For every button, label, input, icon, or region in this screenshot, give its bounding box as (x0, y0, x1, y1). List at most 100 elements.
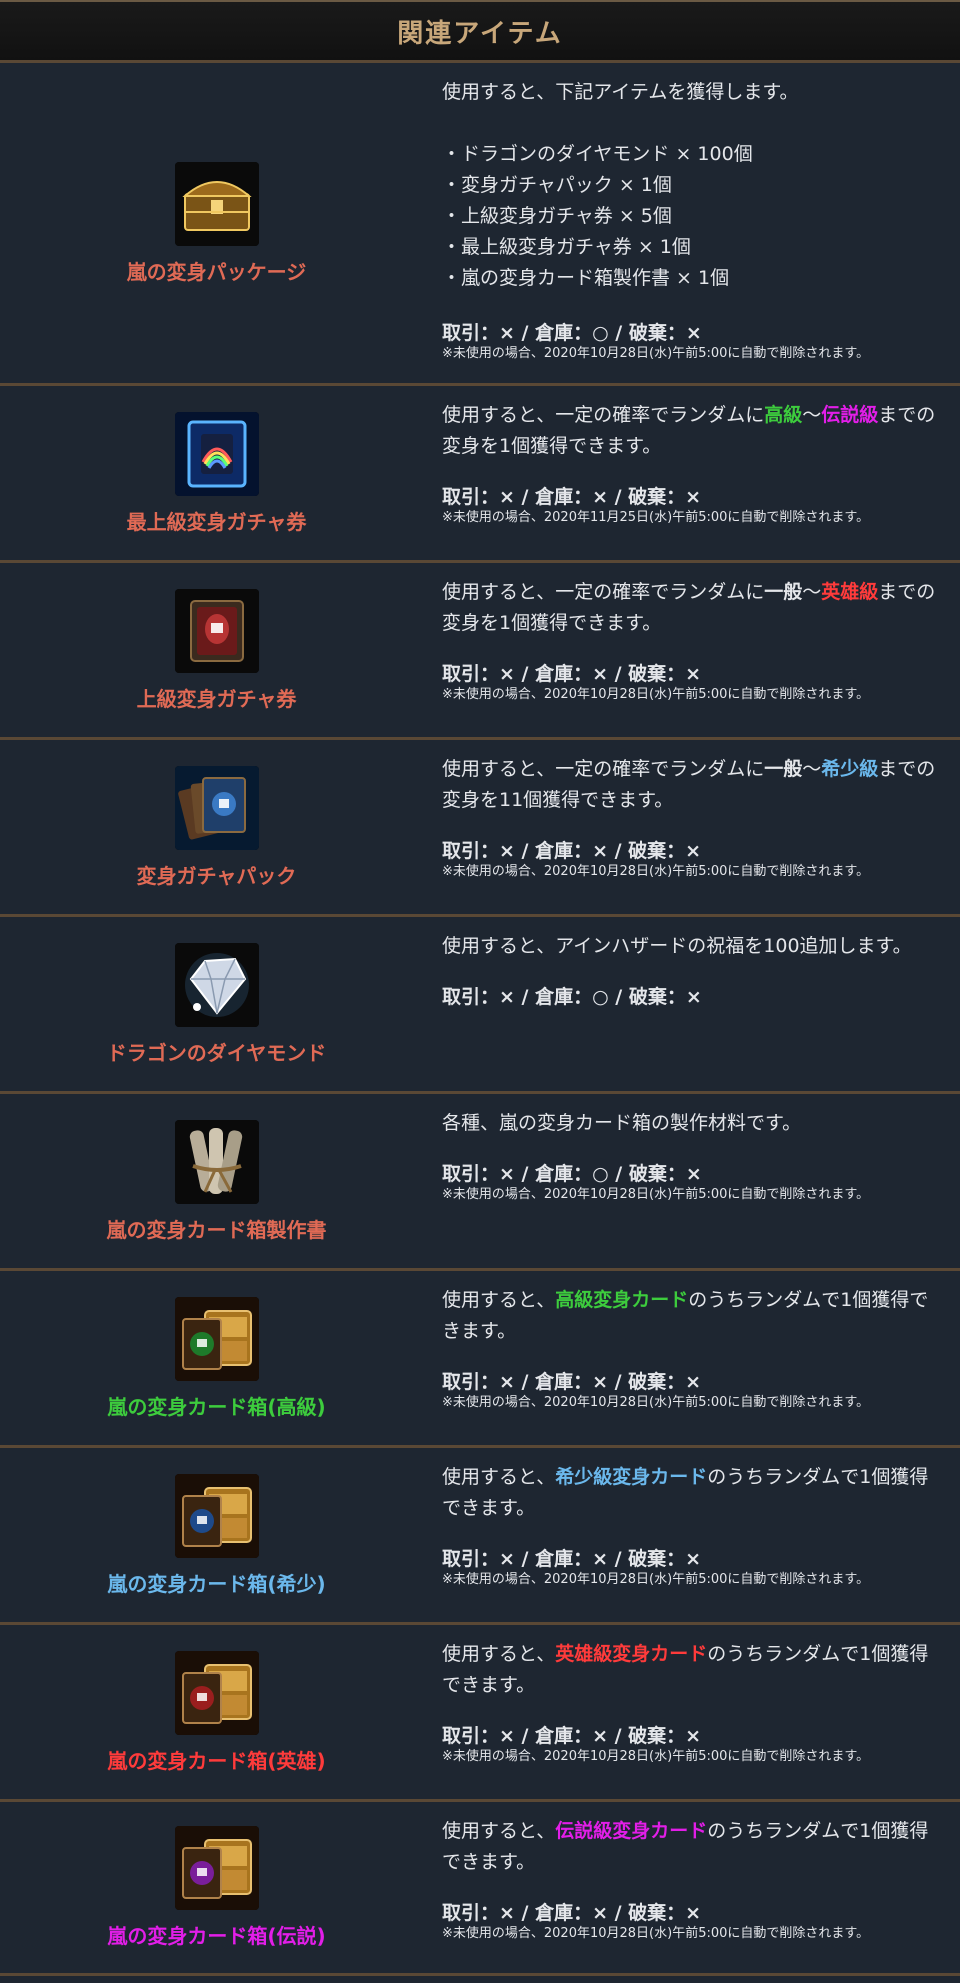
item-identity: 最上級変身ガチャ券 (0, 386, 433, 560)
expiry-note: ※未使用の場合、2020年10月28日(水)午前5:00に自動で削除されます。 (442, 1749, 870, 1764)
item-identity: 変身ガチャパック (0, 740, 433, 914)
description-text: 使用すると、下記アイテムを獲得します。 ・ドラゴンのダイヤモンド × 100個 … (442, 81, 799, 289)
description-text: 使用すると、 (442, 1643, 556, 1665)
description-text: 使用すると、一定の確率でランダムに (442, 758, 765, 780)
item-details: 使用すると、希少級変身カードのうちランダムで1個獲得できます。 取引：× / 倉庫… (433, 1448, 960, 1622)
expiry-note: ※未使用の場合、2020年10月28日(水)午前5:00に自動で削除されます。 (442, 687, 870, 702)
item-row: 変身ガチャパック 使用すると、一定の確率でランダムに一般～希少級までの変身を11個… (0, 737, 960, 914)
description-text: 使用すると、アインハザードの祝福を100追加します。 (442, 935, 912, 957)
expiry-note: ※未使用の場合、2020年10月28日(水)午前5:00に自動で削除されます。 (442, 864, 870, 879)
item-name: 上級変身ガチャ券 (136, 686, 297, 711)
expiry-note: ※未使用の場合、2020年10月28日(水)午前5:00に自動で削除されます。 (442, 1395, 870, 1410)
diamond-icon (174, 942, 259, 1027)
item-details: 使用すると、伝説級変身カードのうちランダムで1個獲得できます。取引：× / 倉庫… (433, 1802, 960, 1973)
item-details: 使用すると、アインハザードの祝福を100追加します。 取引：× / 倉庫：○ / … (433, 917, 960, 1091)
description-text: 使用すると、 (442, 1466, 556, 1488)
item-row: ドラゴンのダイヤモンド 使用すると、アインハザードの祝福を100追加します。 取引：… (0, 914, 960, 1091)
highlight-text: 高級変身カード (555, 1289, 689, 1311)
highlight-text: 高級 (764, 404, 803, 426)
item-identity: 嵐の変身カード箱(希少) (0, 1448, 433, 1622)
highlight-text: 英雄級変身カード (555, 1643, 708, 1665)
description-text: 使用すると、一定の確率でランダムに (442, 581, 765, 603)
item-details: 使用すると、一定の確率でランダムに一般～希少級までの変身を11個獲得できます。取… (433, 740, 960, 914)
item-list: 嵐の変身パッケージ 使用すると、下記アイテムを獲得します。 ・ドラゴンのダイヤモン… (0, 60, 960, 1976)
red-card-box-icon (174, 1650, 259, 1735)
highlight-text: 伝説級変身カード (555, 1820, 708, 1842)
item-name: 嵐の変身カード箱(英雄) (107, 1748, 326, 1773)
expiry-note: ※未使用の場合、2020年10月28日(水)午前5:00に自動で削除されます。 (442, 1926, 870, 1941)
trade-restrictions: 取引：× / 倉庫：× / 破棄：× (442, 1371, 702, 1393)
item-name: ドラゴンのダイヤモンド (106, 1040, 327, 1065)
description-text: 使用すると、 (442, 1289, 556, 1311)
item-description: 使用すると、一定の確率でランダムに一般～希少級までの変身を11個獲得できます。 (442, 754, 944, 816)
item-name: 嵐の変身カード箱製作書 (106, 1217, 327, 1242)
item-details: 使用すると、英雄級変身カードのうちランダムで1個獲得できます。取引：× / 倉庫… (433, 1625, 960, 1799)
description-text: 各種、嵐の変身カード箱の製作材料です。 (442, 1112, 802, 1134)
blue-card-box-icon (174, 1473, 259, 1558)
item-description: 使用すると、一定の確率でランダムに一般～英雄級までの変身を1個獲得できます。 (442, 577, 944, 639)
item-identity: 嵐の変身カード箱(高級) (0, 1271, 433, 1445)
item-description: 使用すると、アインハザードの祝福を100追加します。 (442, 931, 944, 962)
item-details: 使用すると、下記アイテムを獲得します。 ・ドラゴンのダイヤモンド × 100個 … (433, 63, 960, 383)
item-details: 使用すると、一定の確率でランダムに一般～英雄級までの変身を1個獲得できます。取引… (433, 563, 960, 737)
highlight-text: 一般 (764, 758, 803, 780)
purple-card-box-icon (174, 1826, 259, 1910)
item-identity: 嵐の変身カード箱(英雄) (0, 1625, 433, 1799)
item-row: 嵐の変身カード箱(希少) 使用すると、希少級変身カードのうちランダムで1個獲得でき… (0, 1445, 960, 1622)
item-row: 上級変身ガチャ券 使用すると、一定の確率でランダムに一般～英雄級までの変身を1個獲… (0, 560, 960, 737)
related-items-page: 関連アイテム 嵐の変身パッケージ 使用すると、下記アイテムを獲得します。 ・ドラゴ… (0, 0, 960, 1976)
scroll-bundle-icon (174, 1119, 259, 1204)
highlight-text: 希少級変身カード (555, 1466, 708, 1488)
item-identity: 嵐の変身カード箱(伝説) (0, 1802, 433, 1973)
description-text: ～ (802, 581, 822, 603)
item-description: 使用すると、希少級変身カードのうちランダムで1個獲得できます。 (442, 1462, 944, 1524)
item-row: 最上級変身ガチャ券 使用すると、一定の確率でランダムに高級～伝説級までの変身を1個… (0, 383, 960, 560)
item-description: 使用すると、下記アイテムを獲得します。 ・ドラゴンのダイヤモンド × 100個 … (442, 77, 944, 294)
treasure-chest-icon (174, 161, 259, 246)
expiry-note: ※未使用の場合、2020年10月28日(水)午前5:00に自動で削除されます。 (442, 1572, 870, 1587)
item-row: 嵐の変身カード箱(高級) 使用すると、高級変身カードのうちランダムで1個獲得できま… (0, 1268, 960, 1445)
item-name: 最上級変身ガチャ券 (126, 509, 307, 534)
item-name: 嵐の変身パッケージ (126, 259, 307, 284)
trade-restrictions: 取引：× / 倉庫：× / 破棄：× (442, 663, 702, 685)
item-row: 嵐の変身カード箱(英雄) 使用すると、英雄級変身カードのうちランダムで1個獲得でき… (0, 1622, 960, 1799)
green-card-box-icon (174, 1296, 259, 1381)
highlight-text: 希少級 (821, 758, 879, 780)
item-identity: 嵐の変身パッケージ (0, 63, 433, 383)
description-text: ～ (802, 758, 822, 780)
item-row: 嵐の変身カード箱(伝説) 使用すると、伝説級変身カードのうちランダムで1個獲得でき… (0, 1799, 960, 1976)
description-text: ～ (802, 404, 822, 426)
highlight-text: 一般 (764, 581, 803, 603)
item-row: 嵐の変身パッケージ 使用すると、下記アイテムを獲得します。 ・ドラゴンのダイヤモン… (0, 60, 960, 383)
description-text: 使用すると、 (442, 1820, 556, 1842)
item-description: 使用すると、伝説級変身カードのうちランダムで1個獲得できます。 (442, 1816, 944, 1878)
section-header: 関連アイテム (0, 0, 960, 60)
highlight-text: 伝説級 (821, 404, 879, 426)
trade-restrictions: 取引：× / 倉庫：○ / 破棄：× (442, 1163, 702, 1185)
card-pack-icon (174, 765, 259, 850)
trade-restrictions: 取引：× / 倉庫：× / 破棄：× (442, 486, 702, 508)
trade-restrictions: 取引：× / 倉庫：× / 破棄：× (442, 1725, 702, 1747)
item-identity: 嵐の変身カード箱製作書 (0, 1094, 433, 1268)
item-name: 嵐の変身カード箱(伝説) (107, 1924, 326, 1948)
item-description: 使用すると、英雄級変身カードのうちランダムで1個獲得できます。 (442, 1639, 944, 1701)
item-description: 各種、嵐の変身カード箱の製作材料です。 (442, 1108, 944, 1139)
item-identity: ドラゴンのダイヤモンド (0, 917, 433, 1091)
section-title: 関連アイテム (397, 18, 563, 49)
red-card-ticket-icon (174, 588, 259, 673)
item-details: 使用すると、一定の確率でランダムに高級～伝説級までの変身を1個獲得できます。取引… (433, 386, 960, 560)
rainbow-card-ticket-icon (174, 411, 259, 496)
trade-restrictions: 取引：× / 倉庫：× / 破棄：× (442, 1902, 702, 1924)
item-details: 使用すると、高級変身カードのうちランダムで1個獲得できます。 取引：× / 倉庫：… (433, 1271, 960, 1445)
item-details: 各種、嵐の変身カード箱の製作材料です。 取引：× / 倉庫：○ / 破棄：× ※未使… (433, 1094, 960, 1268)
item-name: 変身ガチャパック (136, 863, 297, 888)
item-identity: 上級変身ガチャ券 (0, 563, 433, 737)
trade-restrictions: 取引：× / 倉庫：○ / 破棄：× (442, 986, 702, 1008)
description-text: 使用すると、一定の確率でランダムに (442, 404, 765, 426)
highlight-text: 英雄級 (821, 581, 879, 603)
expiry-note: ※未使用の場合、2020年10月28日(水)午前5:00に自動で削除されます。 (442, 1187, 870, 1202)
trade-restrictions: 取引：× / 倉庫：× / 破棄：× (442, 840, 702, 862)
item-name: 嵐の変身カード箱(高級) (107, 1394, 326, 1419)
expiry-note: ※未使用の場合、2020年10月28日(水)午前5:00に自動で削除されます。 (442, 346, 870, 361)
item-description: 使用すると、一定の確率でランダムに高級～伝説級までの変身を1個獲得できます。 (442, 400, 944, 462)
